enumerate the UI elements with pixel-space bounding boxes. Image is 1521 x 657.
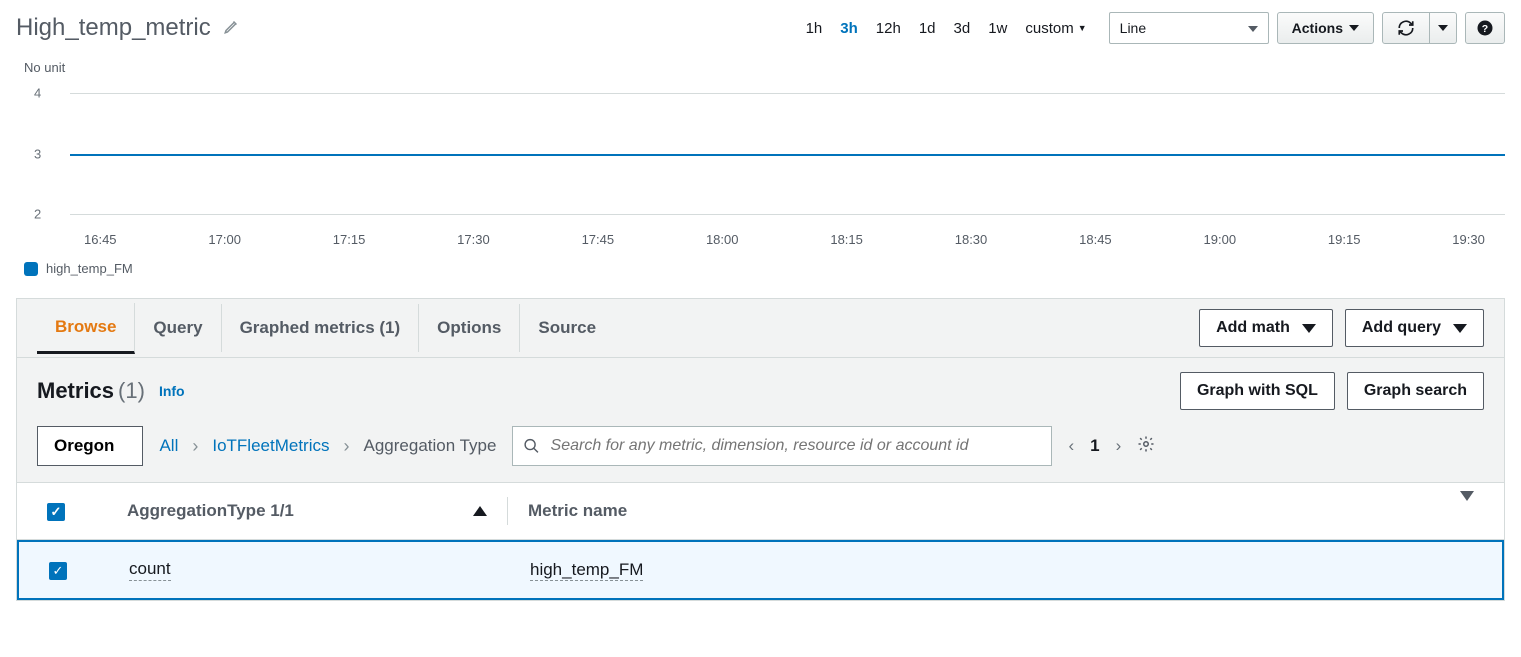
caret-down-icon xyxy=(1349,25,1359,31)
chart-type-value: Line xyxy=(1120,20,1146,36)
caret-down-icon xyxy=(1438,25,1448,31)
page-title: High_temp_metric xyxy=(16,14,211,42)
y-axis-unit: No unit xyxy=(24,60,1505,75)
sort-asc-icon[interactable] xyxy=(473,506,487,516)
legend-label: high_temp_FM xyxy=(46,261,133,276)
add-query-label: Add query xyxy=(1362,319,1441,337)
region-label: Oregon xyxy=(54,436,114,456)
chart-line xyxy=(70,154,1505,156)
x-tick: 17:45 xyxy=(582,232,615,247)
select-all-checkbox[interactable]: ✓ xyxy=(47,503,65,521)
pencil-icon[interactable] xyxy=(223,17,241,40)
table-menu-icon[interactable] xyxy=(1460,491,1474,520)
help-icon: ? xyxy=(1476,19,1494,37)
refresh-menu-button[interactable] xyxy=(1430,12,1457,44)
chart-type-select[interactable]: Line xyxy=(1109,12,1269,44)
y-tick: 2 xyxy=(34,207,41,222)
time-custom[interactable]: custom ▼ xyxy=(1025,20,1086,37)
table-row[interactable]: ✓ count high_temp_FM xyxy=(17,540,1504,600)
actions-button[interactable]: Actions xyxy=(1277,12,1374,44)
x-axis: 16:45 17:00 17:15 17:30 17:45 18:00 18:1… xyxy=(84,226,1485,247)
column-divider xyxy=(507,497,508,525)
x-tick: 17:15 xyxy=(333,232,366,247)
graph-search-button[interactable]: Graph search xyxy=(1347,372,1484,410)
time-custom-label: custom xyxy=(1025,20,1073,37)
caret-down-icon xyxy=(1302,324,1316,333)
pager-page: 1 xyxy=(1090,436,1099,456)
chart-legend: high_temp_FM xyxy=(24,261,1505,276)
tab-browse[interactable]: Browse xyxy=(37,303,135,354)
x-tick: 19:15 xyxy=(1328,232,1361,247)
time-12h[interactable]: 12h xyxy=(876,20,901,37)
add-query-button[interactable]: Add query xyxy=(1345,309,1484,347)
pager-next[interactable]: › xyxy=(1116,436,1122,456)
actions-label: Actions xyxy=(1292,20,1343,36)
chevron-right-icon: › xyxy=(344,436,350,457)
time-1h[interactable]: 1h xyxy=(806,20,823,37)
caret-down-icon xyxy=(1453,324,1467,333)
time-3h[interactable]: 3h xyxy=(840,20,858,37)
x-tick: 19:30 xyxy=(1452,232,1485,247)
graph-with-sql-button[interactable]: Graph with SQL xyxy=(1180,372,1335,410)
legend-swatch xyxy=(24,262,38,276)
add-math-button[interactable]: Add math xyxy=(1199,309,1333,347)
x-tick: 18:00 xyxy=(706,232,739,247)
y-tick: 3 xyxy=(34,146,41,161)
tab-query[interactable]: Query xyxy=(135,304,221,352)
time-1d[interactable]: 1d xyxy=(919,20,936,37)
x-tick: 18:15 xyxy=(830,232,863,247)
info-link[interactable]: Info xyxy=(159,383,185,399)
x-tick: 18:45 xyxy=(1079,232,1112,247)
gear-icon[interactable] xyxy=(1137,435,1155,458)
breadcrumb: All › IoTFleetMetrics › Aggregation Type xyxy=(159,436,496,457)
table-header: ✓ AggregationType 1/1 Metric name xyxy=(17,483,1504,540)
search-icon xyxy=(523,437,540,455)
search-box[interactable] xyxy=(512,426,1052,466)
search-input[interactable] xyxy=(551,437,1042,455)
pager: ‹ 1 › xyxy=(1068,436,1121,456)
metrics-count: (1) xyxy=(118,378,145,404)
x-tick: 17:00 xyxy=(208,232,241,247)
cell-metric-name: high_temp_FM xyxy=(530,560,643,581)
gridline xyxy=(70,93,1505,94)
th-metric-name[interactable]: Metric name xyxy=(528,501,1434,521)
region-select[interactable]: Oregon xyxy=(37,426,143,466)
chart: No unit 4 3 2 16:45 17:00 17:15 17:30 17… xyxy=(0,52,1521,284)
row-checkbox[interactable]: ✓ xyxy=(49,562,67,580)
y-tick: 4 xyxy=(34,85,41,100)
x-tick: 17:30 xyxy=(457,232,490,247)
tab-options[interactable]: Options xyxy=(419,304,520,352)
breadcrumb-current: Aggregation Type xyxy=(364,436,497,456)
time-3d[interactable]: 3d xyxy=(954,20,971,37)
svg-text:?: ? xyxy=(1482,23,1488,35)
breadcrumb-namespace[interactable]: IoTFleetMetrics xyxy=(212,436,329,456)
refresh-icon xyxy=(1397,19,1415,37)
th-aggregation-type[interactable]: AggregationType 1/1 xyxy=(127,501,294,521)
time-range-selector: 1h 3h 12h 1d 3d 1w custom ▼ xyxy=(806,20,1087,37)
metrics-heading: Metrics xyxy=(37,378,114,404)
tab-graphed-metrics[interactable]: Graphed metrics (1) xyxy=(222,304,420,352)
tab-source[interactable]: Source xyxy=(520,304,614,352)
pager-prev[interactable]: ‹ xyxy=(1068,436,1074,456)
cell-aggregation-type: count xyxy=(129,559,171,581)
breadcrumb-all[interactable]: All xyxy=(159,436,178,456)
add-math-label: Add math xyxy=(1216,319,1290,337)
chevron-right-icon: › xyxy=(192,436,198,457)
time-1w[interactable]: 1w xyxy=(988,20,1007,37)
refresh-button[interactable] xyxy=(1382,12,1430,44)
gridline xyxy=(70,214,1505,215)
help-button[interactable]: ? xyxy=(1465,12,1505,44)
x-tick: 16:45 xyxy=(84,232,117,247)
x-tick: 18:30 xyxy=(955,232,988,247)
x-tick: 19:00 xyxy=(1204,232,1237,247)
